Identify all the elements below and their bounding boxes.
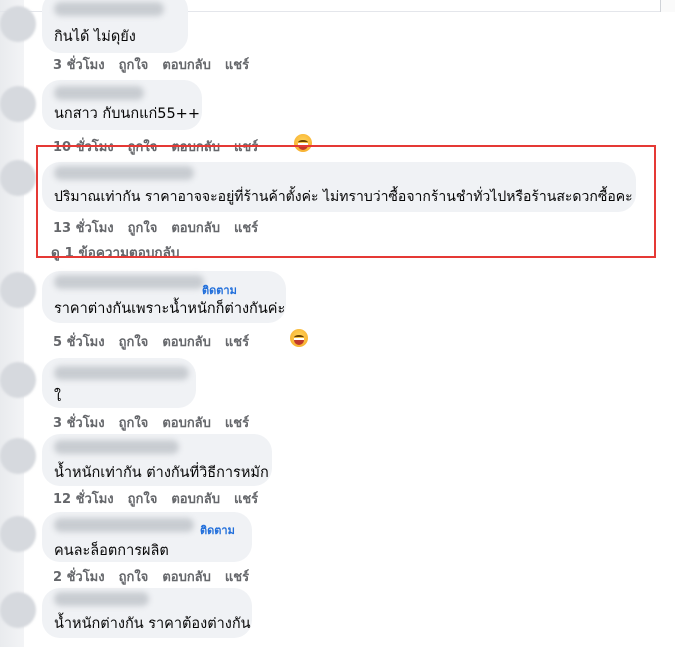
like-button[interactable]: ถูกใจ (119, 566, 149, 587)
comment-timestamp[interactable]: 2 ชั่วโมง (53, 566, 105, 587)
like-button[interactable]: ถูกใจ (119, 331, 149, 352)
author-name-blurred[interactable] (54, 518, 194, 532)
author-name-blurred[interactable] (54, 86, 144, 100)
comment-bubble: น้ำหนักเท่ากัน ต่างกันที่วิธีการหมัก (42, 434, 272, 486)
author-name-blurred[interactable] (54, 440, 179, 454)
author-name-blurred[interactable] (54, 366, 189, 380)
share-button[interactable]: แชร์ (225, 331, 249, 352)
share-button[interactable]: แชร์ (234, 488, 258, 509)
scrollbar-corner[interactable] (660, 0, 675, 12)
like-button[interactable]: ถูกใจ (119, 54, 149, 75)
comment-text: คนละล็อตการผลิต (54, 543, 169, 559)
follow-button[interactable]: ติดตาม (200, 521, 235, 539)
avatar[interactable] (0, 438, 36, 474)
comment-text: ราคาต่างกันเพราะน้ำหนักก็ต่างกันค่ะ (54, 301, 286, 317)
avatar[interactable] (0, 86, 36, 122)
comment-actions: 3 ชั่วโมง ถูกใจ ตอบกลับ แชร์ (53, 412, 249, 433)
comment-actions: 12 ชั่วโมง ถูกใจ ตอบกลับ แชร์ (53, 488, 258, 509)
comment-text: น้ำหนักต่างกัน ราคาต้องต่างกัน (54, 616, 251, 632)
reply-button[interactable]: ตอบกลับ (162, 566, 211, 587)
comment-text: นกสาว กับนกแก่55++ (54, 106, 200, 122)
comment-actions: 5 ชั่วโมง ถูกใจ ตอบกลับ แชร์ (53, 331, 249, 352)
like-button[interactable]: ถูกใจ (128, 488, 158, 509)
comment-actions: 3 ชั่วโมง ถูกใจ ตอบกลับ แชร์ (53, 54, 249, 75)
like-button[interactable]: ถูกใจ (119, 412, 149, 433)
comment-bubble: กินได้ ไม่ดุยัง (42, 0, 188, 53)
share-button[interactable]: แชร์ (225, 566, 249, 587)
avatar[interactable] (0, 6, 36, 42)
comment-bubble: ติดตาม ราคาต่างกันเพราะน้ำหนักก็ต่างกันค… (42, 271, 286, 323)
comment-bubble: น้ำหนักต่างกัน ราคาต้องต่างกัน (42, 588, 252, 638)
comment-bubble: นกสาว กับนกแก่55++ (42, 80, 202, 130)
reply-button[interactable]: ตอบกลับ (162, 331, 211, 352)
author-name-blurred[interactable] (54, 275, 204, 289)
comment-text: ใ (54, 389, 62, 405)
share-button[interactable]: แชร์ (225, 412, 249, 433)
reply-button[interactable]: ตอบกลับ (162, 54, 211, 75)
comment-actions: 2 ชั่วโมง ถูกใจ ตอบกลับ แชร์ (53, 566, 249, 587)
comment-text: กินได้ ไม่ดุยัง (54, 29, 136, 45)
comment-timestamp[interactable]: 3 ชั่วโมง (53, 412, 105, 433)
share-button[interactable]: แชร์ (225, 54, 249, 75)
avatar[interactable] (0, 516, 36, 552)
reply-button[interactable]: ตอบกลับ (162, 412, 211, 433)
comment-bubble: ใ (42, 358, 196, 408)
comment-bubble: ติดตาม คนละล็อตการผลิต (42, 512, 252, 562)
comment-timestamp[interactable]: 5 ชั่วโมง (53, 331, 105, 352)
avatar[interactable] (0, 362, 36, 398)
avatar[interactable] (0, 160, 36, 196)
comment-timestamp[interactable]: 12 ชั่วโมง (53, 488, 114, 509)
author-name-blurred[interactable] (54, 2, 164, 16)
author-name-blurred[interactable] (54, 592, 149, 606)
comment-text: น้ำหนักเท่ากัน ต่างกันที่วิธีการหมัก (54, 465, 269, 481)
avatar[interactable] (0, 272, 36, 308)
comment-timestamp[interactable]: 3 ชั่วโมง (53, 54, 105, 75)
reply-button[interactable]: ตอบกลับ (171, 488, 220, 509)
avatar[interactable] (0, 592, 36, 628)
laughing-emoji-icon[interactable] (290, 329, 308, 347)
red-highlight-box (36, 145, 656, 258)
